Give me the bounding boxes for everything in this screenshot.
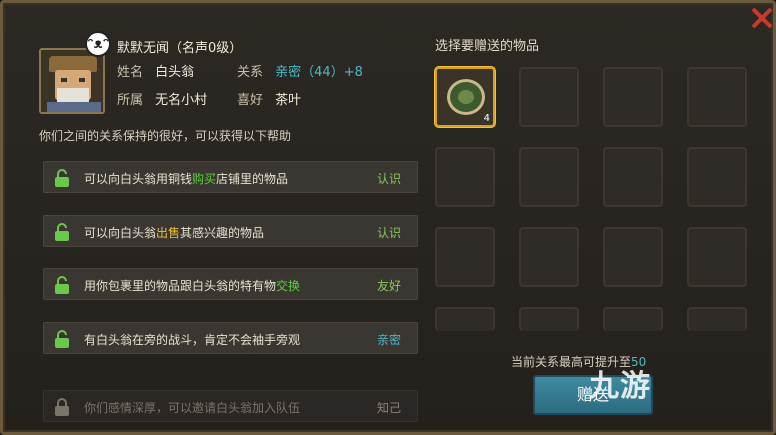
help-row-party: 你们感情深厚，可以邀请白头翁加入队伍 知己: [43, 390, 418, 422]
gift-slot[interactable]: [519, 147, 579, 207]
item-count: 4: [483, 113, 490, 124]
gift-slot[interactable]: [519, 227, 579, 287]
hobby-row: 喜好 茶叶: [237, 93, 302, 108]
help-row-battle: 有白头翁在旁的战斗，肯定不会袖手旁观 亲密: [43, 322, 418, 354]
gift-slot[interactable]: [519, 307, 579, 331]
gift-slot[interactable]: [435, 307, 495, 331]
unlocked-icon: [55, 330, 69, 348]
watermark-logo: 九游: [589, 369, 651, 404]
gift-slot[interactable]: [603, 227, 663, 287]
relation-level: 认识: [376, 172, 401, 186]
help-row-buy: 可以向白头翁用铜钱购买店铺里的物品 认识: [43, 161, 418, 193]
gift-title: 选择要赠送的物品: [435, 39, 540, 54]
lock-icon: [55, 398, 69, 416]
gift-slot-tea[interactable]: 4: [435, 67, 495, 127]
gift-slot[interactable]: [687, 227, 747, 287]
unlocked-icon: [55, 276, 69, 294]
relation-level: 亲密: [376, 333, 401, 347]
gift-slot[interactable]: [687, 147, 747, 207]
grin-face-icon: ᵔᴥᵔ: [85, 31, 111, 57]
relation-level: 认识: [376, 226, 401, 240]
affiliation-row: 所属 无名小村: [117, 93, 208, 108]
npc-gift-panel: ᵔᴥᵔ 默默无闻（名声0级） 姓名 白头翁 关系 亲密（44）+8 所属 无名小…: [0, 0, 776, 435]
gift-slot[interactable]: [435, 147, 495, 207]
help-row-sell: 可以向白头翁出售其感兴趣的物品 认识: [43, 215, 418, 247]
gift-slot[interactable]: [435, 227, 495, 287]
gift-slot[interactable]: [687, 307, 747, 331]
relation-level: 知己: [376, 401, 401, 415]
tea-leaf-icon: [447, 79, 485, 115]
gift-slot[interactable]: [603, 307, 663, 331]
npc-info-section: ᵔᴥᵔ 默默无闻（名声0级） 姓名 白头翁 关系 亲密（44）+8 所属 无名小…: [21, 23, 421, 428]
relation-description: 你们之间的关系保持的很好，可以获得以下帮助: [39, 129, 292, 143]
name-row: 姓名 白头翁: [117, 65, 195, 80]
help-row-exchange: 用你包裹里的物品跟白头翁的特有物交换 友好: [43, 268, 418, 300]
relation-level: 友好: [376, 279, 401, 293]
gift-slot[interactable]: [687, 67, 747, 127]
relation-row: 关系 亲密（44）+8: [237, 65, 363, 80]
gift-slot[interactable]: [603, 147, 663, 207]
gift-slot[interactable]: [603, 67, 663, 127]
fame-title: 默默无闻（名声0级）: [117, 41, 243, 56]
unlocked-icon: [55, 169, 69, 187]
gift-slot[interactable]: [519, 67, 579, 127]
npc-portrait: [39, 48, 105, 114]
unlocked-icon: [55, 223, 69, 241]
